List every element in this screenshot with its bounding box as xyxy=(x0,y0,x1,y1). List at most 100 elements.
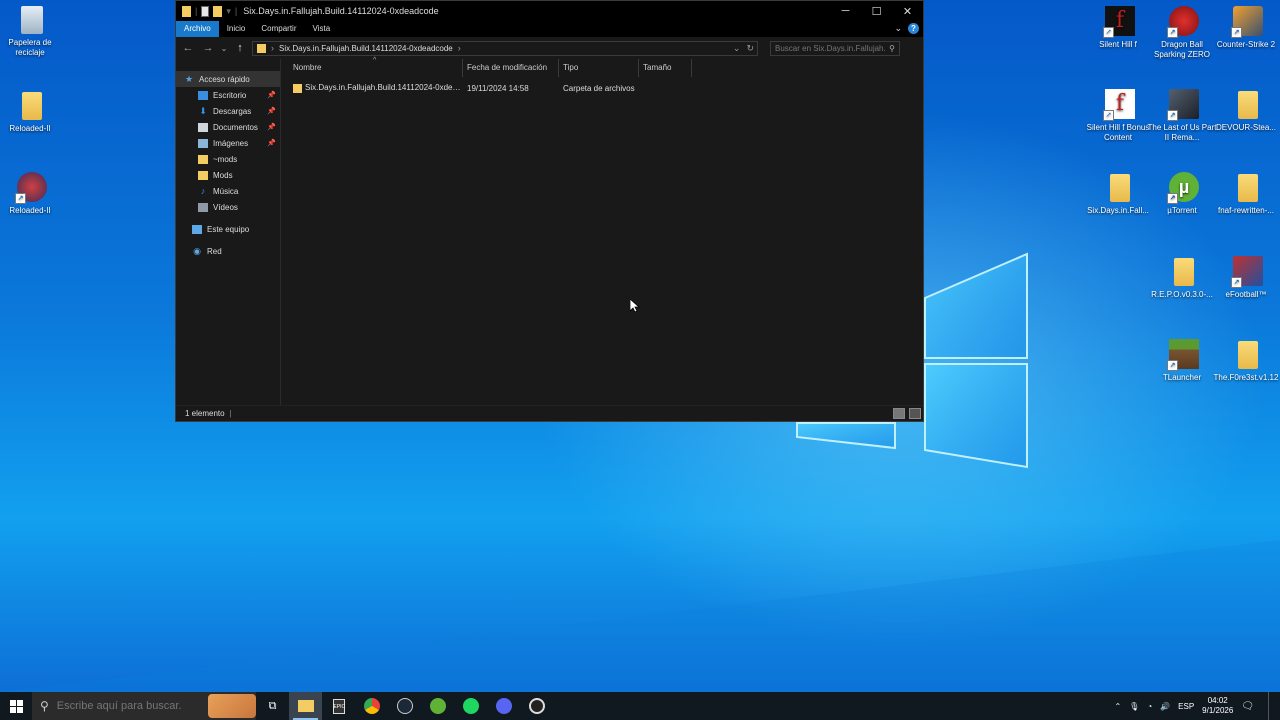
desktop-icon-silent-hill[interactable]: f Silent Hill f xyxy=(1088,6,1152,50)
taskbar-steam[interactable] xyxy=(388,692,421,720)
column-header-type[interactable]: Tipo xyxy=(559,59,639,77)
desktop-icon-last-of-us[interactable]: The Last of Us Part II Rema... xyxy=(1148,89,1216,143)
maximize-button[interactable]: ☐ xyxy=(861,1,892,21)
file-type: Carpeta de archivos xyxy=(563,83,635,93)
taskbar-spotify[interactable] xyxy=(454,692,487,720)
ribbon-tabs: Archivo Inicio Compartir Vista ⌄ ? xyxy=(176,21,923,37)
language-indicator[interactable]: ESP xyxy=(1178,702,1194,711)
sidebar-item-musica[interactable]: ♪ Música xyxy=(176,183,280,199)
large-icons-view-button[interactable] xyxy=(909,408,921,419)
taskbar-discord[interactable] xyxy=(487,692,520,720)
taskbar-steelseries[interactable] xyxy=(520,692,553,720)
desktop-icon-reloaded-folder[interactable]: Reloaded-II xyxy=(0,90,64,134)
sidebar-item-mods-tilde[interactable]: ~mods xyxy=(176,151,280,167)
chevron-down-icon[interactable]: ▾ xyxy=(226,6,231,17)
desktop-icon-counter-strike[interactable]: Counter-Strike 2 xyxy=(1216,6,1280,50)
folder-icon xyxy=(1110,174,1130,202)
desktop-icon-dragon-ball[interactable]: Dragon Ball Sparking ZERO xyxy=(1152,6,1216,60)
notifications-icon[interactable]: 🗨 xyxy=(1241,701,1254,712)
search-box[interactable]: ⚲ xyxy=(770,40,900,56)
minimize-button[interactable]: ─ xyxy=(830,1,861,21)
desktop-icon-repo[interactable]: R.E.P.O.v0.3.0-... xyxy=(1151,256,1216,300)
tab-archivo[interactable]: Archivo xyxy=(176,21,219,37)
sidebar-item-videos[interactable]: Vídeos xyxy=(176,199,280,215)
tab-compartir[interactable]: Compartir xyxy=(253,21,304,37)
desktop-icon-tlauncher[interactable]: TLauncher xyxy=(1152,339,1216,383)
column-header-size[interactable]: Tamaño xyxy=(639,59,692,77)
desktop-icon-efootball[interactable]: eFootball™ xyxy=(1216,256,1280,300)
chevron-right-icon[interactable]: › xyxy=(271,43,274,53)
search-input[interactable] xyxy=(775,43,885,53)
desktop-icon-utorrent[interactable]: µ µTorrent xyxy=(1152,172,1216,216)
new-folder-icon[interactable] xyxy=(213,5,223,17)
refresh-icon[interactable]: ↻ xyxy=(746,43,754,54)
navigation-bar: ← → ⌄ ↑ › Six.Days.in.Fallujah.Build.141… xyxy=(176,37,923,59)
desktop-icon xyxy=(198,90,208,100)
spotify-icon xyxy=(462,698,479,714)
desktop-icon-fnaf[interactable]: fnaf-rewritten-... xyxy=(1216,172,1280,216)
back-button[interactable]: ← xyxy=(180,42,196,54)
chevron-up-icon[interactable]: ⌃ xyxy=(1114,702,1121,711)
utorrent-icon: µ xyxy=(1167,172,1199,204)
folder-icon xyxy=(198,154,208,164)
volume-icon[interactable]: 🔊 xyxy=(1160,702,1170,711)
properties-icon[interactable] xyxy=(201,5,210,17)
taskbar-file-explorer[interactable] xyxy=(289,692,322,720)
silent-hill-icon: f xyxy=(1103,6,1135,38)
desktop-icon-reloaded-app[interactable]: Reloaded-II xyxy=(0,172,64,216)
task-view-button[interactable]: ⧉ xyxy=(256,692,289,720)
desktop-icon-silent-hill-bonus[interactable]: f Silent Hill f Bonus Content xyxy=(1087,89,1152,143)
close-button[interactable]: ✕ xyxy=(892,1,923,21)
tab-inicio[interactable]: Inicio xyxy=(219,21,254,37)
column-header-modified[interactable]: Fecha de modificación xyxy=(463,59,559,77)
recycle-bin-icon xyxy=(21,6,43,34)
reloaded-app-icon xyxy=(15,172,47,204)
search-icon: ⚲ xyxy=(40,699,49,713)
table-row[interactable]: Six.Days.in.Fallujah.Build.14112024-0xde… xyxy=(281,79,923,97)
navigation-pane: ★ Acceso rápido Escritorio 📌 ⬇ Descargas… xyxy=(176,59,281,405)
expand-ribbon-icon[interactable]: ⌄ xyxy=(894,23,902,34)
star-icon: ★ xyxy=(184,73,194,84)
mouse-cursor xyxy=(630,299,640,313)
taskbar-chrome[interactable] xyxy=(355,692,388,720)
taskbar-utorrent[interactable] xyxy=(421,692,454,720)
clock[interactable]: 04:02 9/1/2026 xyxy=(1202,696,1233,716)
sidebar-item-documentos[interactable]: Documentos 📌 xyxy=(176,119,280,135)
help-icon[interactable]: ? xyxy=(908,23,919,34)
sidebar-item-descargas[interactable]: ⬇ Descargas 📌 xyxy=(176,103,280,119)
breadcrumb[interactable]: Six.Days.in.Fallujah.Build.14112024-0xde… xyxy=(279,44,453,53)
tab-vista[interactable]: Vista xyxy=(305,21,339,37)
column-headers: ^ Nombre Fecha de modificación Tipo Tama… xyxy=(281,57,923,77)
sidebar-item-este-equipo[interactable]: Este equipo xyxy=(176,221,280,237)
up-button[interactable]: ↑ xyxy=(232,42,248,54)
sidebar-item-imagenes[interactable]: Imágenes 📌 xyxy=(176,135,280,151)
taskbar-epic-games[interactable]: EPIC xyxy=(322,692,355,720)
dragon-ball-icon xyxy=(1167,6,1199,38)
folder-icon xyxy=(1238,341,1258,369)
show-desktop-button[interactable] xyxy=(1268,692,1272,720)
microphone-icon[interactable]: 🎙 xyxy=(1129,702,1139,711)
sidebar-item-quick-access[interactable]: ★ Acceso rápido xyxy=(176,71,280,87)
details-view-button[interactable] xyxy=(893,408,905,419)
taskbar-search-input[interactable] xyxy=(56,700,207,712)
chevron-right-icon[interactable]: › xyxy=(458,43,461,53)
address-dropdown-icon[interactable]: ⌄ xyxy=(733,43,741,54)
desktop-icon-devour[interactable]: DEVOUR-Stea... xyxy=(1216,89,1280,133)
sidebar-item-red[interactable]: ◉ Red xyxy=(176,243,280,259)
address-bar[interactable]: › Six.Days.in.Fallujah.Build.14112024-0x… xyxy=(252,40,758,56)
recent-locations-button[interactable]: ⌄ xyxy=(220,44,228,53)
title-bar[interactable]: | ▾ | Six.Days.in.Fallujah.Build.1411202… xyxy=(176,1,923,21)
taskbar-search[interactable]: ⚲ xyxy=(32,692,256,720)
network-status-icon[interactable]: ◔ xyxy=(1147,702,1152,711)
desktop-icon-the-forest[interactable]: The.F0re3st.v1.12 xyxy=(1214,339,1280,383)
start-button[interactable] xyxy=(0,692,32,720)
desktop-icon-six-days[interactable]: Six.Days.in.Fall... xyxy=(1087,172,1152,216)
file-explorer-icon xyxy=(297,700,314,712)
desktop-icon-recycle-bin[interactable]: Papelera de reciclaje xyxy=(0,6,64,58)
sidebar-item-mods[interactable]: Mods xyxy=(176,167,280,183)
forward-button[interactable]: → xyxy=(200,42,216,54)
search-highlight-image[interactable] xyxy=(208,694,256,718)
computer-icon xyxy=(192,224,202,234)
sidebar-item-escritorio[interactable]: Escritorio 📌 xyxy=(176,87,280,103)
taskbar: ⚲ ⧉ EPIC ⌃ 🎙 ◔ 🔊 ESP 04:02 9/1/2026 🗨 xyxy=(0,692,1280,720)
